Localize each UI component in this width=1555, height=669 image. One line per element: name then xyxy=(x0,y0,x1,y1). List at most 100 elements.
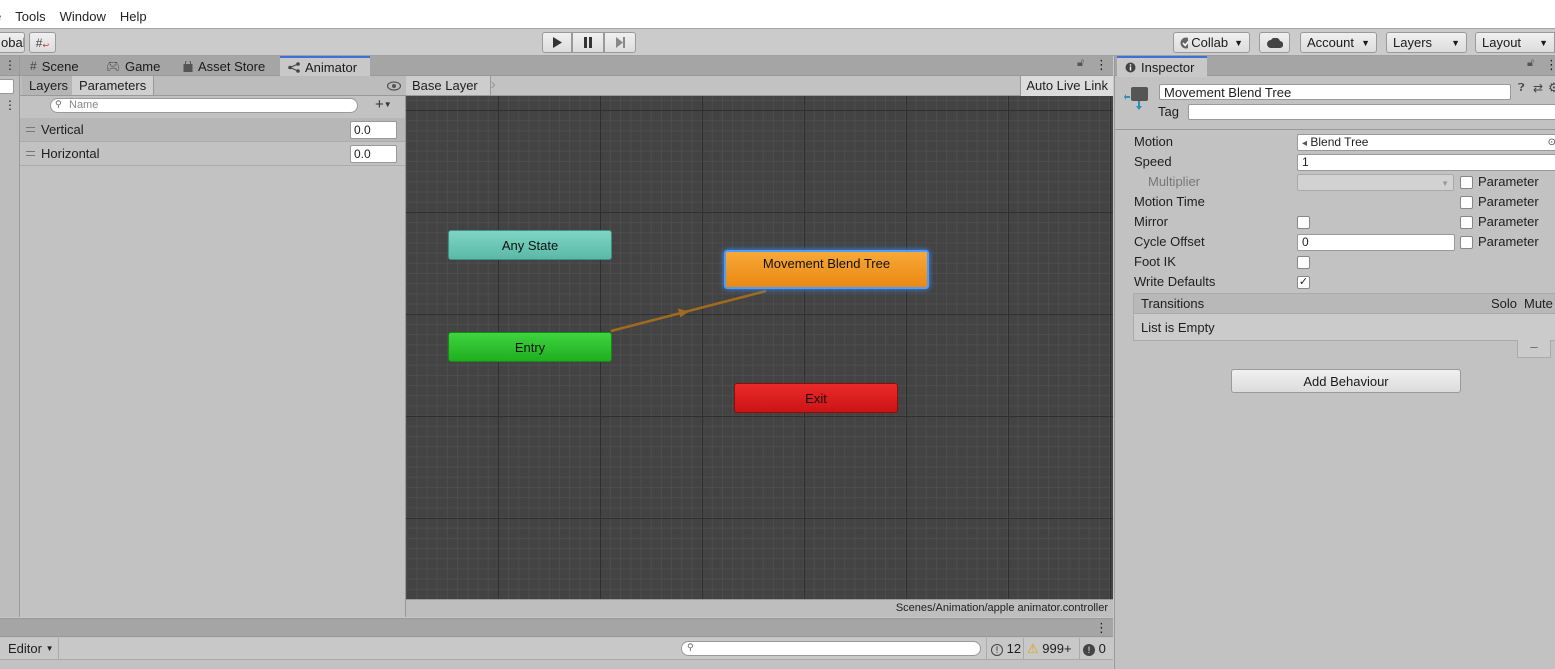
editor-dropdown[interactable]: Editor ▼ xyxy=(0,638,59,659)
cloud-button[interactable] xyxy=(1259,32,1290,53)
write-defaults-checkbox[interactable]: ✓ xyxy=(1297,276,1310,289)
chevron-right-icon: › xyxy=(490,76,496,93)
chevron-down-icon: ▼ xyxy=(383,100,392,109)
drag-handle-icon[interactable] xyxy=(26,151,35,156)
cycle-offset-field[interactable]: 0 xyxy=(1297,234,1455,251)
parameter-value-field[interactable]: 0.0 xyxy=(350,120,397,139)
account-dropdown[interactable]: Account ▼ xyxy=(1300,32,1377,53)
lock-icon[interactable]: 🔓︎ xyxy=(1527,57,1534,70)
transitions-header: Transitions Solo Mute xyxy=(1134,294,1555,314)
help-icon[interactable]: ❓︎ xyxy=(1518,82,1525,95)
add-parameter-button[interactable]: +▼ xyxy=(375,96,402,114)
warning-icon: ⚠ xyxy=(1027,641,1039,656)
parameter-search-input[interactable]: ⚲ Name xyxy=(50,98,358,113)
transitions-list: Transitions Solo Mute List is Empty xyxy=(1133,293,1555,341)
parameter-row[interactable]: Horizontal 0.0 xyxy=(20,142,405,166)
tab-scene[interactable]: # Scene xyxy=(22,56,87,76)
tag-field[interactable] xyxy=(1188,104,1555,120)
grid-snap-button[interactable]: # ↩ xyxy=(29,32,56,53)
error-count-toggle[interactable]: ! 0 xyxy=(1079,638,1113,659)
state-node-movement-blend-tree[interactable]: Movement Blend Tree xyxy=(724,250,929,289)
parameter-name: Horizontal xyxy=(41,146,100,161)
plus-icon: + xyxy=(375,96,384,113)
lock-icon[interactable]: 🔓︎ xyxy=(1077,57,1084,70)
search-placeholder: Name xyxy=(69,99,99,111)
layout-dropdown[interactable]: Layout ▼ xyxy=(1475,32,1555,53)
animator-graph-canvas[interactable]: Any State Entry Movement Blend Tree Exit xyxy=(406,96,1113,599)
mirror-checkbox[interactable] xyxy=(1297,216,1310,229)
state-node-entry[interactable]: Entry xyxy=(448,332,612,362)
console-toolbar: Editor ▼ ⚲ ! 12 ⚠ 999+ ! 0 xyxy=(0,638,1113,660)
preset-icon[interactable]: ⇄ xyxy=(1533,81,1543,95)
menu-item-window[interactable]: Window xyxy=(60,9,120,24)
chevron-down-icon: ▼ xyxy=(1361,37,1370,48)
scene-grid-icon: # xyxy=(30,59,37,73)
more-options-icon[interactable]: ⋮ xyxy=(1545,57,1555,73)
mirror-parameter-checkbox[interactable] xyxy=(1460,216,1473,229)
divider xyxy=(1115,129,1555,130)
state-name-field[interactable]: Movement Blend Tree xyxy=(1159,84,1511,100)
motion-time-parameter-checkbox[interactable] xyxy=(1460,196,1473,209)
tab-animator[interactable]: Animator xyxy=(280,56,370,77)
add-behaviour-button[interactable]: Add Behaviour xyxy=(1231,369,1461,393)
layers-dropdown[interactable]: Layers ▼ xyxy=(1386,32,1467,53)
cycle-offset-label: Cycle Offset xyxy=(1134,234,1205,249)
breadcrumb-base-layer: Base Layer xyxy=(412,78,478,93)
game-controller-icon: 🎮︎ xyxy=(106,60,120,73)
play-icon xyxy=(553,37,562,48)
more-options-icon[interactable]: ⋮ xyxy=(1095,57,1108,73)
shopping-bag-icon xyxy=(183,60,193,72)
left-panel-field[interactable] xyxy=(0,79,14,94)
menu-item-edit[interactable]: e xyxy=(0,9,15,24)
info-count-toggle[interactable]: ! 12 xyxy=(986,638,1022,659)
multiplier-dropdown: ▼ xyxy=(1297,174,1454,191)
object-picker-icon[interactable]: ⊙ xyxy=(1548,135,1555,150)
list-empty-text: List is Empty xyxy=(1141,320,1215,335)
warning-count-toggle[interactable]: ⚠ 999+ xyxy=(1023,638,1078,659)
speed-field[interactable]: 1 xyxy=(1297,154,1555,171)
more-options-icon[interactable]: ⋮ xyxy=(4,98,16,112)
pause-button[interactable] xyxy=(572,32,604,53)
breadcrumb[interactable]: Base Layer › xyxy=(406,76,496,95)
step-button[interactable] xyxy=(604,32,636,53)
tab-inspector[interactable]: Inspector xyxy=(1117,56,1207,77)
inspector-tabstrip: Inspector 🔓︎ ⋮ xyxy=(1115,56,1555,77)
foot-ik-checkbox[interactable] xyxy=(1297,256,1310,269)
drag-handle-icon[interactable] xyxy=(26,127,35,132)
state-node-any-state[interactable]: Any State xyxy=(448,230,612,260)
eye-icon[interactable] xyxy=(387,81,401,91)
remove-transition-button[interactable]: – xyxy=(1517,340,1551,358)
console-tabstrip: ⋮ xyxy=(0,619,1113,637)
blend-tree-icon: ◂ xyxy=(1302,138,1308,149)
menu-item-help[interactable]: Help xyxy=(120,9,156,24)
console-search-input[interactable]: ⚲ xyxy=(681,641,981,656)
multiplier-parameter-checkbox[interactable] xyxy=(1460,176,1473,189)
tab-game[interactable]: 🎮︎ Game xyxy=(98,56,168,76)
tab-asset-store[interactable]: Asset Store xyxy=(175,56,273,76)
play-button[interactable] xyxy=(542,32,572,53)
more-options-icon[interactable]: ⋮ xyxy=(4,58,16,72)
pause-icon xyxy=(584,37,592,48)
more-options-icon[interactable]: ⋮ xyxy=(1095,620,1108,636)
chevron-down-icon: ▼ xyxy=(1539,37,1548,48)
collab-dropdown[interactable]: Collab ▼ xyxy=(1173,32,1250,53)
controller-path: Scenes/Animation/apple animator.controll… xyxy=(406,599,1113,617)
cycle-offset-parameter-checkbox[interactable] xyxy=(1460,236,1473,249)
search-icon: ⚲ xyxy=(687,642,694,652)
info-icon: ! xyxy=(991,644,1003,656)
gear-icon[interactable]: ⚙ xyxy=(1548,80,1555,96)
parameter-row[interactable]: Vertical 0.0 xyxy=(20,118,405,142)
parameter-label: Parameter xyxy=(1478,214,1539,229)
subtab-parameters[interactable]: Parameters xyxy=(72,76,155,95)
subtab-layers[interactable]: Layers xyxy=(22,76,77,95)
motion-field[interactable]: ◂ Blend Tree ⊙ xyxy=(1297,134,1555,151)
animator-parameters-panel: Layers Parameters ⚲ Name +▼ Vertical 0.0… xyxy=(20,76,406,617)
minus-icon: – xyxy=(1530,339,1538,354)
menu-item-tools[interactable]: Tools xyxy=(15,9,59,24)
parameter-value-field[interactable]: 0.0 xyxy=(350,144,397,163)
state-node-exit[interactable]: Exit xyxy=(734,383,898,413)
solo-label: Solo xyxy=(1491,296,1518,311)
pivot-global-toggle[interactable]: obal xyxy=(0,32,25,53)
auto-live-link-toggle[interactable]: Auto Live Link xyxy=(1020,76,1113,96)
transitions-label: Transitions xyxy=(1141,296,1205,311)
